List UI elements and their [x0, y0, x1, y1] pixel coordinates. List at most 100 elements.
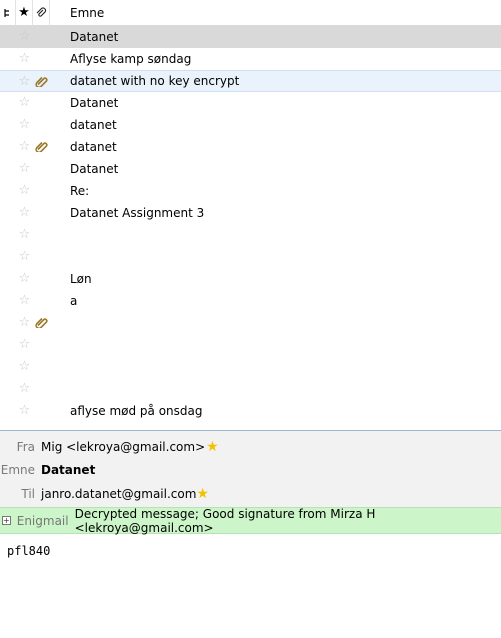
message-row[interactable]: ☆	[0, 246, 501, 268]
star-cell[interactable]: ☆	[16, 224, 33, 246]
message-row[interactable]: ☆ datanet with no key encrypt	[0, 70, 501, 92]
row-subject: datanet	[70, 117, 117, 132]
message-row[interactable]: ☆ a	[0, 290, 501, 312]
row-subject: a	[70, 293, 78, 308]
attachment-icon	[35, 317, 48, 328]
attachment-cell	[33, 268, 50, 290]
star-cell[interactable]: ☆	[16, 202, 33, 224]
thread-cell	[0, 48, 16, 70]
attachment-cell	[33, 356, 50, 378]
message-row[interactable]: ☆	[0, 334, 501, 356]
star-outline-icon[interactable]: ☆	[19, 338, 31, 351]
message-body: pfl840	[7, 544, 51, 558]
thread-cell	[0, 378, 16, 400]
thread-cell	[0, 92, 16, 114]
message-row[interactable]: ☆	[0, 224, 501, 246]
star-outline-icon[interactable]: ☆	[19, 162, 31, 175]
thread-cell	[0, 268, 16, 290]
message-row[interactable]: ☆ Aflyse kamp søndag	[0, 48, 501, 70]
star-outline-icon[interactable]: ☆	[19, 184, 31, 197]
row-subject: Datanet Assignment 3	[70, 205, 205, 220]
from-label: Fra	[16, 440, 35, 454]
thread-column-header[interactable]	[0, 0, 16, 26]
subject-row: Emne Datanet	[0, 459, 501, 481]
message-row[interactable]: ☆	[0, 356, 501, 378]
star-cell[interactable]: ☆	[16, 378, 33, 400]
subject-label: Emne	[0, 463, 35, 477]
from-value[interactable]: Mig <lekroya@gmail.com>	[41, 440, 205, 454]
paperclip-icon	[36, 6, 47, 17]
message-row[interactable]: ☆ Løn	[0, 268, 501, 290]
star-cell[interactable]: ☆	[16, 136, 33, 158]
star-outline-icon[interactable]: ☆	[19, 272, 31, 285]
row-subject: Datanet	[70, 161, 119, 176]
star-outline-icon[interactable]: ☆	[19, 360, 31, 373]
attachment-cell	[33, 312, 50, 334]
message-row[interactable]: ☆ datanet	[0, 114, 501, 136]
attachment-icon	[35, 141, 48, 152]
message-row[interactable]: ☆	[0, 378, 501, 400]
attachment-cell	[33, 334, 50, 356]
starred-column-header[interactable]: ★	[16, 0, 33, 26]
thread-cell	[0, 202, 16, 224]
star-outline-icon[interactable]: ☆	[19, 404, 31, 417]
to-row: Til janro.datanet@gmail.com ★	[0, 483, 501, 505]
attachment-icon	[35, 76, 48, 87]
star-cell[interactable]: ☆	[16, 268, 33, 290]
star-outline-icon[interactable]: ☆	[19, 30, 31, 43]
thread-cell	[0, 70, 16, 92]
attachment-cell	[33, 290, 50, 312]
star-cell[interactable]: ☆	[16, 92, 33, 114]
star-cell[interactable]: ☆	[16, 70, 33, 92]
message-row[interactable]: ☆ Datanet Assignment 3	[0, 202, 501, 224]
star-cell[interactable]: ☆	[16, 312, 33, 334]
star-cell[interactable]: ☆	[16, 400, 33, 422]
message-row[interactable]: ☆ Datanet	[0, 26, 501, 48]
enigmail-label: Enigmail	[16, 513, 69, 528]
thread-cell	[0, 246, 16, 268]
star-cell[interactable]: ☆	[16, 334, 33, 356]
attachment-cell	[33, 400, 50, 422]
message-row[interactable]: ☆ Datanet	[0, 92, 501, 114]
message-row[interactable]: ☆ Datanet	[0, 158, 501, 180]
star-icon: ★	[18, 5, 30, 20]
message-row[interactable]: ☆	[0, 312, 501, 334]
star-outline-icon[interactable]: ☆	[19, 52, 31, 65]
star-cell[interactable]: ☆	[16, 26, 33, 48]
attachment-cell	[33, 224, 50, 246]
attachment-cell	[33, 26, 50, 48]
star-outline-icon[interactable]: ☆	[19, 316, 31, 329]
subject-value: Datanet	[41, 463, 96, 477]
star-outline-icon[interactable]: ☆	[19, 294, 31, 307]
thread-cell	[0, 224, 16, 246]
message-row[interactable]: ☆ Re:	[0, 180, 501, 202]
attachment-cell	[33, 48, 50, 70]
message-row[interactable]: ☆ datanet	[0, 136, 501, 158]
star-outline-icon[interactable]: ☆	[19, 75, 31, 88]
star-outline-icon[interactable]: ☆	[19, 118, 31, 131]
star-cell[interactable]: ☆	[16, 158, 33, 180]
star-cell[interactable]: ☆	[16, 290, 33, 312]
star-cell[interactable]: ☆	[16, 356, 33, 378]
star-cell[interactable]: ☆	[16, 114, 33, 136]
expand-plus-icon[interactable]: +	[2, 516, 11, 525]
star-outline-icon[interactable]: ☆	[19, 228, 31, 241]
star-cell[interactable]: ☆	[16, 246, 33, 268]
subject-column-header[interactable]: Emne	[50, 6, 104, 20]
star-outline-icon[interactable]: ☆	[19, 382, 31, 395]
row-subject: datanet with no key encrypt	[70, 74, 240, 88]
to-value[interactable]: janro.datanet@gmail.com	[41, 487, 196, 501]
attachment-cell	[33, 70, 50, 92]
contact-star-icon[interactable]: ★	[196, 486, 209, 502]
message-rows: ☆ Datanet ☆ Aflyse kamp søndag ☆ datanet with…	[0, 26, 501, 422]
star-cell[interactable]: ☆	[16, 48, 33, 70]
attachment-column-header[interactable]	[33, 0, 50, 26]
message-row[interactable]: ☆ aflyse mød på onsdag	[0, 400, 501, 422]
star-outline-icon[interactable]: ☆	[19, 206, 31, 219]
star-cell[interactable]: ☆	[16, 180, 33, 202]
contact-star-icon[interactable]: ★	[206, 439, 219, 455]
row-subject: Aflyse kamp søndag	[70, 51, 192, 66]
star-outline-icon[interactable]: ☆	[19, 250, 31, 263]
star-outline-icon[interactable]: ☆	[19, 140, 31, 153]
star-outline-icon[interactable]: ☆	[19, 96, 31, 109]
